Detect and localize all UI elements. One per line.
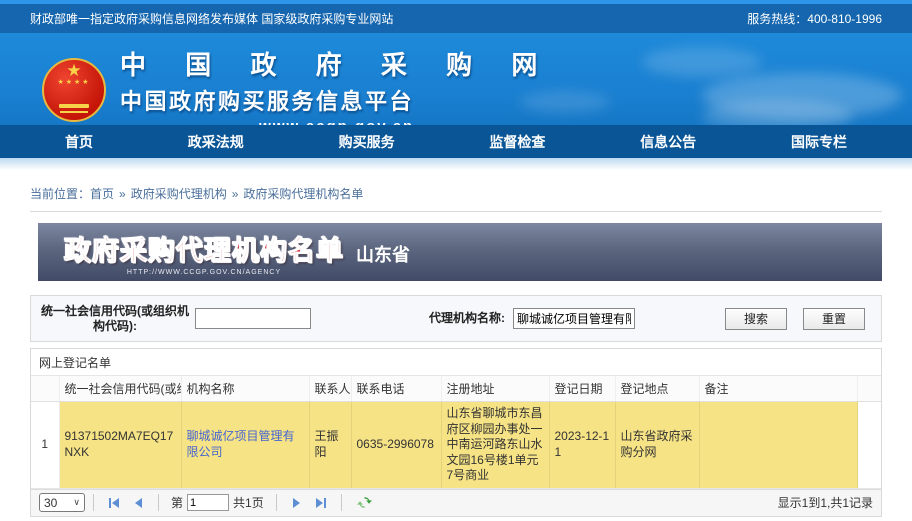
col-address: 注册地址 [441, 376, 549, 402]
search-button[interactable]: 搜索 [725, 308, 787, 330]
site-subtitle: 中国政府购买服务信息平台 [120, 84, 553, 116]
record-summary: 显示1到1,共1记录 [778, 494, 873, 511]
agency-name-input[interactable] [513, 308, 635, 329]
reset-button[interactable]: 重置 [803, 308, 865, 330]
breadcrumb-home-link[interactable]: 首页 [90, 187, 114, 201]
first-page-button[interactable] [105, 494, 123, 512]
first-page-icon [108, 497, 120, 509]
table-row: 1 91371502MA7EQ17NXK 聊城诚亿项目管理有限公司 王振阳 06… [31, 402, 881, 489]
next-page-button[interactable] [288, 494, 306, 512]
topbar-slogan: 财政部唯一指定政府采购信息网络发布媒体 国家级政府采购专业网站 [30, 10, 393, 27]
col-row-number [31, 376, 59, 402]
table-section-title: 网上登记名单 [31, 349, 881, 376]
site-header: ★ ★★★★ 中 国 政 府 采 购 网 中国政府购买服务信息平台 www.cc… [0, 33, 912, 125]
filler-cell [857, 402, 881, 489]
cloud-decoration [642, 47, 762, 77]
agency-name-label: 代理机构名称: [429, 311, 505, 326]
nav-fade-strip [0, 158, 912, 170]
next-page-icon [291, 497, 303, 509]
page-prefix-label: 第 [171, 494, 183, 511]
site-title: 中 国 政 府 采 购 网 [120, 45, 553, 82]
col-reg-date: 登记日期 [549, 376, 615, 402]
nav-item-regulations[interactable]: 政采法规 [188, 132, 244, 152]
cloud-decoration [702, 99, 852, 125]
table-header-row: 统一社会信用代码(或组织 机构名称 联系人 联系电话 注册地址 登记日期 登记地… [31, 376, 881, 402]
credit-code-input[interactable] [195, 308, 311, 329]
reg-place-cell: 山东省政府采购分网 [615, 402, 699, 489]
prev-page-button[interactable] [129, 494, 147, 512]
banner-region-label: 山东省 [356, 241, 410, 267]
search-panel: 统一社会信用代码(或组织机构代码): 代理机构名称: 搜索 重置 [30, 295, 882, 342]
nav-item-announcements[interactable]: 信息公告 [640, 132, 696, 152]
banner-title: 政府采购代理机构名单 [64, 229, 344, 268]
national-emblem-logo: ★ ★★★★ [42, 58, 106, 122]
nav-item-home[interactable]: 首页 [65, 132, 93, 152]
site-brand[interactable]: ★ ★★★★ 中 国 政 府 采 购 网 中国政府购买服务信息平台 www.cc… [42, 45, 553, 125]
site-url: www.ccgp.gov.cn [120, 118, 553, 125]
pagination-bar: 30 ∨ 第 共1页 显示1到1,共1记录 [31, 489, 881, 516]
topbar: 财政部唯一指定政府采购信息网络发布媒体 国家级政府采购专业网站 服务热线：400… [0, 4, 912, 33]
main-nav: 首页 政采法规 购买服务 监督检查 信息公告 国际专栏 [0, 125, 912, 158]
credit-code-cell: 91371502MA7EQ17NXK [59, 402, 181, 489]
agency-table: 统一社会信用代码(或组织 机构名称 联系人 联系电话 注册地址 登记日期 登记地… [31, 376, 881, 489]
prev-page-icon [132, 497, 144, 509]
agency-name-cell: 聊城诚亿项目管理有限公司 [181, 402, 309, 489]
chevron-down-icon: ∨ [73, 497, 80, 508]
breadcrumb-agency-list-link[interactable]: 政府采购代理机构名单 [243, 187, 363, 201]
credit-code-label: 统一社会信用代码(或组织机构代码): [39, 304, 191, 334]
breadcrumb-divider [30, 211, 882, 212]
last-page-button[interactable] [312, 494, 330, 512]
page-size-select[interactable]: 30 ∨ [39, 493, 85, 512]
breadcrumb: 当前位置：首页»政府采购代理机构»政府采购代理机构名单 [30, 185, 882, 202]
row-number-cell: 1 [31, 402, 59, 489]
breadcrumb-label: 当前位置： [30, 187, 90, 201]
note-cell [699, 402, 857, 489]
col-filler [857, 376, 881, 402]
nav-item-purchase-services[interactable]: 购买服务 [339, 132, 395, 152]
agency-list-banner: 政府采购代理机构名单 HTTP://WWW.CCGP.GOV.CN/AGENCY… [38, 223, 882, 281]
page-total-label: 共1页 [233, 494, 264, 511]
banner-url: HTTP://WWW.CCGP.GOV.CN/AGENCY [127, 269, 281, 276]
col-reg-place: 登记地点 [615, 376, 699, 402]
agency-name-link[interactable]: 聊城诚亿项目管理有限公司 [187, 429, 295, 459]
col-note: 备注 [699, 376, 857, 402]
last-page-icon [315, 497, 327, 509]
service-hotline: 服务热线：400-810-1996 [747, 10, 882, 27]
nav-item-international[interactable]: 国际专栏 [791, 132, 847, 152]
page-number-input[interactable] [187, 494, 229, 511]
refresh-button[interactable] [356, 494, 374, 512]
breadcrumb-agency-link[interactable]: 政府采购代理机构 [131, 187, 227, 201]
contact-cell: 王振阳 [309, 402, 351, 489]
col-agency-name: 机构名称 [181, 376, 309, 402]
address-cell: 山东省聊城市东昌府区柳园办事处一中南运河路东山水文园16号楼1单元7号商业 [441, 402, 549, 489]
phone-cell: 0635-2996078 [351, 402, 441, 489]
col-phone: 联系电话 [351, 376, 441, 402]
results-panel: 网上登记名单 统一社会信用代码(或组织 机构名称 联系人 联系电话 注册地址 登… [30, 348, 882, 517]
reg-date-cell: 2023-12-11 [549, 402, 615, 489]
col-contact: 联系人 [309, 376, 351, 402]
col-credit-code: 统一社会信用代码(或组织 [59, 376, 181, 402]
nav-item-supervision[interactable]: 监督检查 [489, 132, 545, 152]
refresh-icon [357, 495, 372, 510]
